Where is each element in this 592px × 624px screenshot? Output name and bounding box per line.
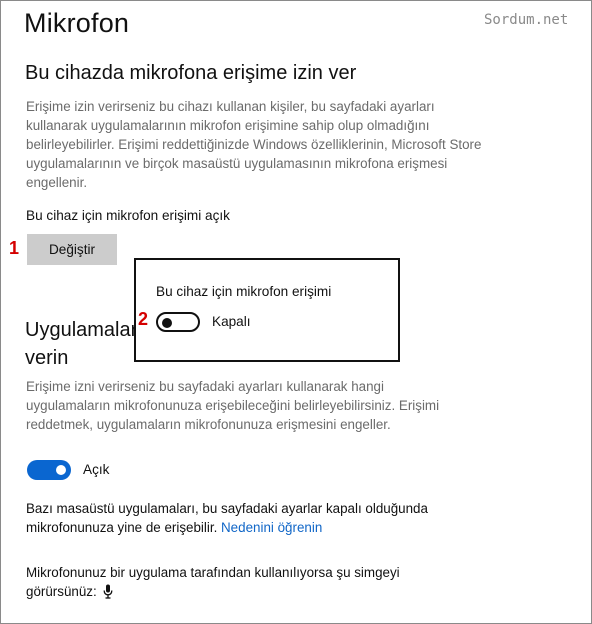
device-access-status: Bu cihaz için mikrofon erişimi açık	[26, 208, 230, 223]
usage-note-text: Mikrofonunuz bir uygulama tarafından kul…	[26, 565, 400, 599]
device-access-toggle[interactable]	[156, 312, 200, 332]
app-access-toggle-label: Açık	[83, 462, 110, 477]
microphone-icon	[103, 584, 113, 604]
app-access-heading-line2: verin	[25, 347, 69, 369]
toggle-knob	[56, 465, 66, 475]
device-access-toggle-label: Kapalı	[212, 314, 251, 329]
app-access-heading-left: Uygulamalar	[25, 319, 138, 341]
toggle-knob	[162, 318, 172, 328]
device-access-heading: Bu cihazda mikrofona erişime izin ver	[25, 62, 357, 84]
device-access-description: Erişime izin verirseniz bu cihazı kullan…	[26, 99, 482, 190]
usage-note: Mikrofonunuz bir uygulama tarafından kul…	[26, 563, 456, 604]
step-2-marker: 2	[138, 309, 149, 329]
device-access-dialog: Bu cihaz için mikrofon erişimi Kapalı	[134, 258, 400, 362]
watermark: Sordum.net	[484, 12, 569, 28]
app-access-toggle[interactable]	[27, 460, 71, 480]
app-access-description: Erişime izni verirseniz bu sayfadaki aya…	[26, 379, 440, 432]
page-title: Mikrofon	[24, 8, 130, 38]
step-1-marker: 1	[9, 238, 20, 258]
dialog-title: Bu cihaz için mikrofon erişimi	[156, 284, 332, 299]
change-button[interactable]: Değiştir	[27, 234, 117, 265]
learn-why-link[interactable]: Nedenini öğrenin	[221, 520, 322, 535]
desktop-apps-note: Bazı masaüstü uygulamaları, bu sayfadaki…	[26, 499, 466, 537]
